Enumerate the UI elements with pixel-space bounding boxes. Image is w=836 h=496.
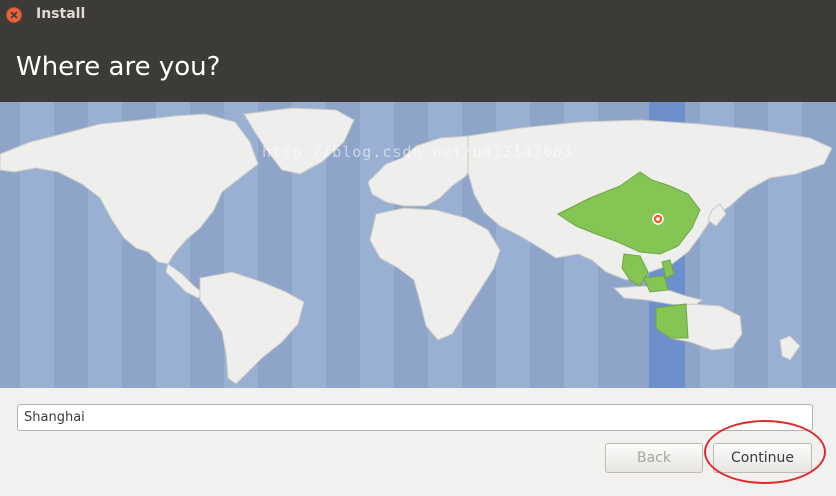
shanghai-marker-icon	[652, 213, 664, 225]
location-input[interactable]	[17, 404, 813, 431]
page-header: Where are you?	[0, 30, 836, 102]
close-icon[interactable]	[6, 7, 22, 23]
back-button[interactable]: Back	[605, 443, 703, 473]
watermark: http://blog.csdn.net/u013142003	[262, 143, 573, 161]
page-title: Where are you?	[16, 52, 221, 82]
south-america	[199, 271, 305, 385]
window-title: Install	[36, 6, 86, 22]
greenland	[243, 107, 355, 175]
title-bar: Install	[0, 0, 836, 30]
highlight-annotation	[704, 420, 826, 484]
